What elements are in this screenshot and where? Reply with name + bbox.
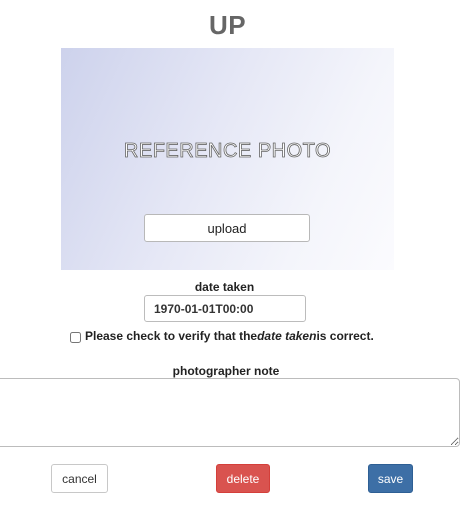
upload-button[interactable]: upload (144, 214, 310, 242)
page-title: UP (208, 10, 247, 40)
verify-text-end: is correct. (316, 329, 374, 343)
save-button[interactable]: save (368, 464, 413, 493)
verify-text-start: Please check to verify that the (85, 329, 258, 343)
reference-photo-area: REFERENCE PHOTO upload (61, 48, 394, 270)
verify-date-row[interactable]: Please check to verify that the ​date ta… (69, 329, 374, 343)
photographer-note-label: photographer note (172, 364, 280, 378)
date-taken-input[interactable] (144, 295, 306, 322)
verify-text-italic: date taken (257, 329, 317, 343)
photographer-note-textarea[interactable] (0, 378, 460, 447)
verify-date-checkbox[interactable] (70, 332, 81, 343)
photo-upload-form: UP REFERENCE PHOTO upload date taken Ple… (0, 0, 468, 513)
date-taken-label: date taken (194, 280, 255, 294)
delete-button[interactable]: delete (216, 464, 270, 493)
cancel-button[interactable]: cancel (51, 464, 108, 493)
reference-photo-placeholder: REFERENCE PHOTO (123, 140, 332, 163)
